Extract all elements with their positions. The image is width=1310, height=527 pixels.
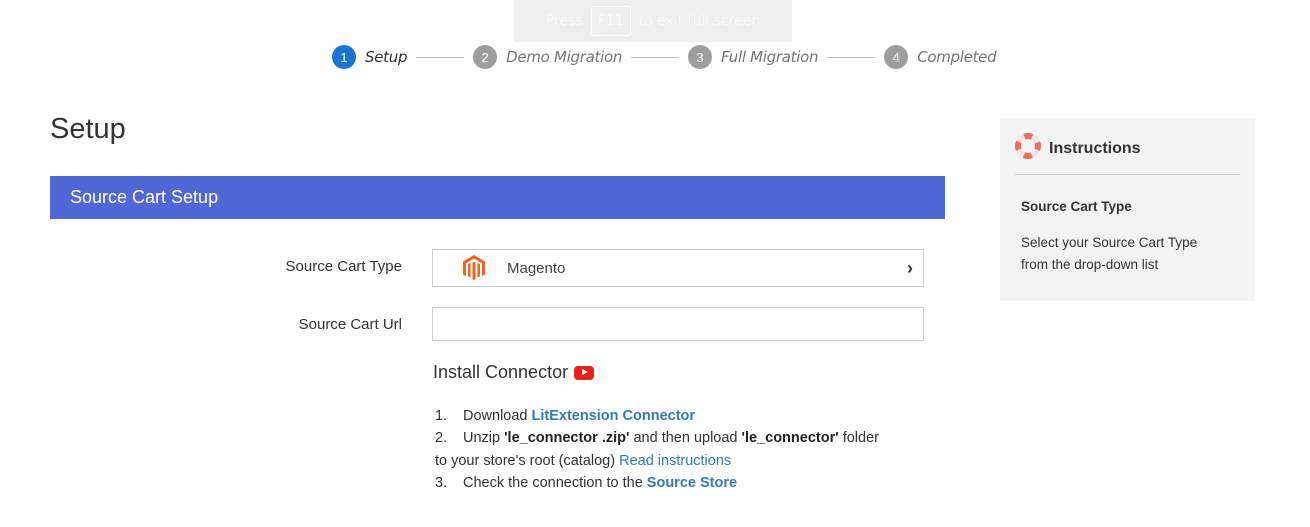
step-text: folder (838, 430, 879, 447)
f11-key: F11 (590, 6, 631, 36)
source-cart-type-value: Magento (507, 259, 566, 277)
instructions-subtitle: Source Cart Type (1021, 199, 1132, 214)
fullscreen-notice-prefix: Press (545, 13, 583, 29)
youtube-icon[interactable] (574, 365, 595, 380)
install-step-2: 2. Unzip 'le_connector .zip' and then upl… (435, 427, 879, 449)
step-number: 2 (473, 45, 498, 69)
step-full-migration[interactable]: 3 Full Migration (688, 45, 818, 69)
step-label: Demo Migration (506, 48, 623, 66)
fullscreen-notice: Press F11 to exit full screen (514, 0, 792, 42)
source-cart-url-input[interactable] (432, 307, 924, 341)
install-step-1: 1. Download LitExtension Connector (435, 405, 879, 427)
zip-filename: 'le_connector .zip' (504, 430, 630, 447)
migration-stepper: 1 Setup 2 Demo Migration 3 Full Migratio… (332, 45, 997, 69)
install-steps-list: 1. Download LitExtension Connector 2. Unzi… (435, 405, 879, 494)
instructions-description: Select your Source Cart Type from the dr… (1021, 235, 1198, 272)
step-number: 3 (688, 45, 713, 69)
step-demo-migration[interactable]: 2 Demo Migration (473, 45, 622, 69)
fullscreen-notice-suffix: to exit full screen (638, 13, 761, 29)
chevron-right-icon: › (907, 258, 913, 278)
instructions-panel: Instructions Source Cart Type Select you… (1000, 118, 1255, 301)
source-cart-type-select[interactable]: Magento › (432, 249, 924, 287)
source-store-link[interactable]: Source Store (647, 475, 737, 491)
litextension-connector-link[interactable]: LitExtension Connector (532, 408, 696, 424)
step-setup[interactable]: 1 Setup (332, 45, 407, 69)
install-step-2-cont: to your store's root (catalog) Read inst… (435, 450, 879, 472)
step-label: Setup (365, 48, 408, 66)
step-index: 2. (435, 430, 448, 447)
install-step-3: 3. Check the connection to the Source Sto… (435, 472, 879, 494)
folder-name: 'le_connector' (741, 430, 839, 447)
step-text: Download (463, 408, 532, 424)
step-label: Completed (917, 48, 997, 66)
step-text: Check the connection to the (463, 474, 647, 491)
step-text: Unzip (463, 430, 505, 447)
instructions-header: Instructions (1015, 133, 1240, 175)
step-connector (827, 56, 876, 58)
install-connector-title: Install Connector (433, 362, 569, 382)
section-header: Source Cart Setup (50, 176, 945, 219)
step-label: Full Migration (721, 48, 819, 66)
step-text: and then upload (629, 430, 742, 447)
source-cart-type-label: Source Cart Type (285, 258, 402, 275)
step-number: 1 (332, 45, 356, 69)
install-connector-heading: Install Connector (433, 362, 595, 383)
instructions-title: Instructions (1049, 139, 1141, 157)
step-text: to your store's root (catalog) (435, 452, 620, 469)
step-connector (631, 56, 680, 58)
step-index: 3. (435, 474, 448, 491)
source-cart-url-label: Source Cart Url (298, 316, 402, 333)
step-completed[interactable]: 4 Completed (884, 45, 997, 69)
step-index: 1. (435, 408, 448, 424)
step-number: 4 (884, 45, 909, 69)
lifebuoy-icon (1015, 133, 1041, 164)
step-connector (416, 56, 465, 58)
page-title: Setup (50, 113, 126, 145)
read-instructions-link[interactable]: Read instructions (619, 453, 731, 469)
section-title: Source Cart Setup (70, 187, 219, 207)
magento-logo-icon (463, 254, 487, 282)
